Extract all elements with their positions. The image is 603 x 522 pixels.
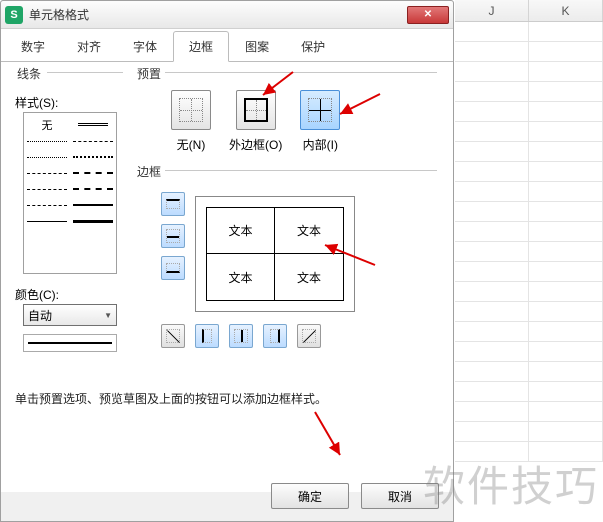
style-option[interactable]: [73, 151, 113, 163]
style-option[interactable]: [27, 167, 67, 179]
color-preview: [23, 334, 117, 352]
style-option[interactable]: [73, 167, 113, 179]
hint-text: 单击预置选项、预览草图及上面的按钮可以添加边框样式。: [15, 390, 327, 407]
style-option[interactable]: [73, 199, 113, 211]
border-mid-v-button[interactable]: [229, 324, 253, 348]
col-header-j[interactable]: J: [455, 0, 529, 21]
preview-cell: 文本: [275, 208, 343, 254]
app-icon: S: [5, 6, 23, 24]
lines-legend: 线条: [15, 65, 43, 82]
dialog-title: 单元格格式: [29, 6, 407, 23]
preview-cell: 文本: [207, 208, 275, 254]
style-label: 样式(S):: [15, 94, 58, 111]
preset-inner-button[interactable]: [300, 90, 340, 130]
cancel-button[interactable]: 取消: [361, 483, 439, 509]
style-option[interactable]: [73, 119, 113, 131]
preset-legend: 预置: [135, 65, 163, 82]
style-option[interactable]: [73, 215, 113, 227]
preset-row: 无(N) 外边框(O) 内部(I): [171, 90, 340, 153]
color-value: 自动: [28, 307, 52, 324]
preview-cell: 文本: [275, 254, 343, 300]
border-right-button[interactable]: [263, 324, 287, 348]
cell-format-dialog: S 单元格格式 ✕ 数字 对齐 字体 边框 图案 保护 线条 样式(S): 无: [0, 0, 454, 522]
ok-button[interactable]: 确定: [271, 483, 349, 509]
tab-protection[interactable]: 保护: [285, 31, 341, 61]
preset-none-label: 无(N): [177, 136, 206, 153]
spreadsheet-background: J K: [455, 0, 603, 522]
style-option[interactable]: [27, 151, 67, 163]
style-option[interactable]: [27, 183, 67, 195]
tab-content: 线条 样式(S): 无: [1, 62, 453, 492]
preset-none-button[interactable]: [171, 90, 211, 130]
preset-none-icon: [179, 98, 203, 122]
style-option[interactable]: [27, 135, 67, 147]
border-mid-h-button[interactable]: [161, 224, 185, 248]
border-legend: 边框: [135, 163, 163, 180]
column-headers: J K: [455, 0, 603, 22]
border-diag-down-button[interactable]: [161, 324, 185, 348]
tab-border[interactable]: 边框: [173, 31, 229, 62]
style-option[interactable]: [27, 215, 67, 227]
close-button[interactable]: ✕: [407, 6, 449, 24]
preset-outer-label: 外边框(O): [229, 136, 282, 153]
preset-outer-button[interactable]: [236, 90, 276, 130]
border-preview[interactable]: 文本 文本 文本 文本: [195, 196, 355, 312]
preset-inner-label: 内部(I): [303, 136, 338, 153]
grid-rows: [455, 22, 603, 462]
color-combo[interactable]: 自动 ▼: [23, 304, 117, 326]
border-left-button[interactable]: [195, 324, 219, 348]
border-edit-area: 文本 文本 文本 文本: [161, 192, 381, 352]
tab-pattern[interactable]: 图案: [229, 31, 285, 61]
style-list[interactable]: 无: [23, 112, 117, 274]
dialog-buttons: 确定 取消: [271, 483, 439, 509]
tab-number[interactable]: 数字: [5, 31, 61, 61]
chevron-down-icon: ▼: [104, 311, 112, 320]
style-option[interactable]: [27, 199, 67, 211]
tab-bar: 数字 对齐 字体 边框 图案 保护: [1, 29, 453, 62]
tab-font[interactable]: 字体: [117, 31, 173, 61]
preset-outer-icon: [244, 98, 268, 122]
titlebar[interactable]: S 单元格格式 ✕: [1, 1, 453, 29]
border-bottom-button[interactable]: [161, 256, 185, 280]
preset-inner-icon: [308, 98, 332, 122]
style-option[interactable]: [73, 135, 113, 147]
border-diag-up-button[interactable]: [297, 324, 321, 348]
preview-cell: 文本: [207, 254, 275, 300]
border-top-button[interactable]: [161, 192, 185, 216]
tab-alignment[interactable]: 对齐: [61, 31, 117, 61]
color-label: 颜色(C):: [15, 286, 59, 303]
style-option[interactable]: [73, 183, 113, 195]
col-header-k[interactable]: K: [529, 0, 603, 21]
style-none[interactable]: 无: [42, 117, 53, 133]
